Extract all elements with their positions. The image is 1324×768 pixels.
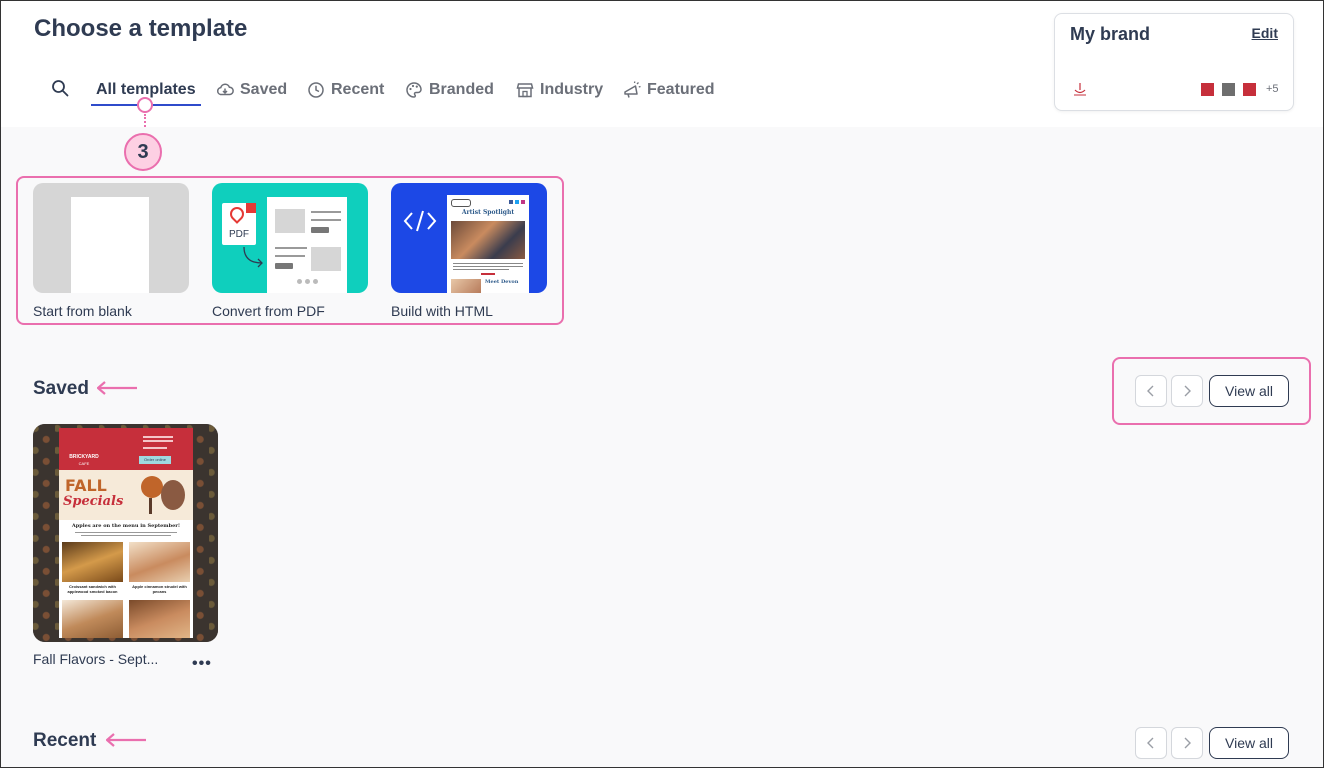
page-title: Choose a template — [34, 15, 248, 42]
tab-saved[interactable]: Saved — [216, 79, 287, 101]
cloud-download-icon — [217, 83, 234, 96]
saved-view-all-button[interactable]: View all — [1209, 375, 1289, 407]
palette-icon — [406, 82, 422, 98]
brand-swatch — [1222, 83, 1235, 96]
chevron-left-icon — [1147, 737, 1154, 749]
tab-label: Branded — [429, 81, 494, 98]
brand-swatch — [1201, 83, 1214, 96]
curved-arrow-icon — [243, 246, 263, 268]
blank-page-thumb — [71, 197, 149, 293]
tab-featured[interactable]: Featured — [623, 79, 715, 101]
tab-label: Featured — [647, 81, 715, 98]
tab-branded[interactable]: Branded — [405, 79, 494, 101]
tab-industry[interactable]: Industry — [516, 79, 603, 101]
convert-from-pdf-label: Convert from PDF — [212, 303, 325, 319]
header: Choose a template All templates Saved Re… — [1, 1, 1323, 134]
pdf-page-thumb — [267, 197, 347, 293]
tab-label: Industry — [540, 81, 604, 98]
convert-from-pdf-card[interactable]: PDF — [212, 183, 368, 293]
brand-title: My brand — [1070, 24, 1151, 44]
left-arrow-icon — [106, 733, 146, 747]
tab-label: Saved — [240, 81, 288, 98]
html-email-thumb: Artist Spotlight Meet Devon — [447, 195, 529, 293]
saved-template-thumbnail[interactable]: BRICKYARD CAFE Order online FALL Special… — [33, 424, 218, 642]
callout-number-badge: 3 — [124, 133, 162, 171]
recent-next-button[interactable] — [1171, 727, 1203, 759]
brand-edit-link[interactable]: Edit — [1252, 25, 1278, 41]
megaphone-icon — [624, 81, 641, 98]
brand-more-count: +5 — [1266, 83, 1279, 95]
tab-recent[interactable]: Recent — [307, 79, 384, 101]
saved-template-name: Fall Flavors - Sept... — [33, 651, 159, 667]
storefront-icon — [516, 83, 534, 98]
search-icon[interactable] — [51, 79, 69, 97]
left-arrow-icon — [97, 381, 137, 395]
more-options-icon[interactable]: ••• — [192, 655, 212, 673]
recent-view-all-button[interactable]: View all — [1209, 727, 1289, 759]
recent-prev-button[interactable] — [1135, 727, 1167, 759]
build-with-html-label: Build with HTML — [391, 303, 493, 319]
start-from-blank-label: Start from blank — [33, 303, 132, 319]
brand-card: My brand Edit +5 — [1054, 13, 1294, 111]
brand-swatch — [1243, 83, 1256, 96]
tab-label: Recent — [331, 81, 385, 98]
chevron-right-icon — [1184, 737, 1191, 749]
build-with-html-card[interactable]: Artist Spotlight Meet Devon — [391, 183, 547, 293]
saved-prev-button[interactable] — [1135, 375, 1167, 407]
callout-dot — [137, 97, 153, 113]
chevron-right-icon — [1184, 385, 1191, 397]
chevron-left-icon — [1147, 385, 1154, 397]
saved-section-title: Saved — [33, 378, 89, 399]
pdf-file-icon: PDF — [222, 203, 256, 245]
clock-icon — [308, 82, 324, 98]
recent-section-title: Recent — [33, 730, 97, 751]
saved-next-button[interactable] — [1171, 375, 1203, 407]
code-icon — [403, 210, 437, 232]
start-from-blank-card[interactable] — [33, 183, 189, 293]
brand-logo-icon — [1074, 83, 1086, 96]
